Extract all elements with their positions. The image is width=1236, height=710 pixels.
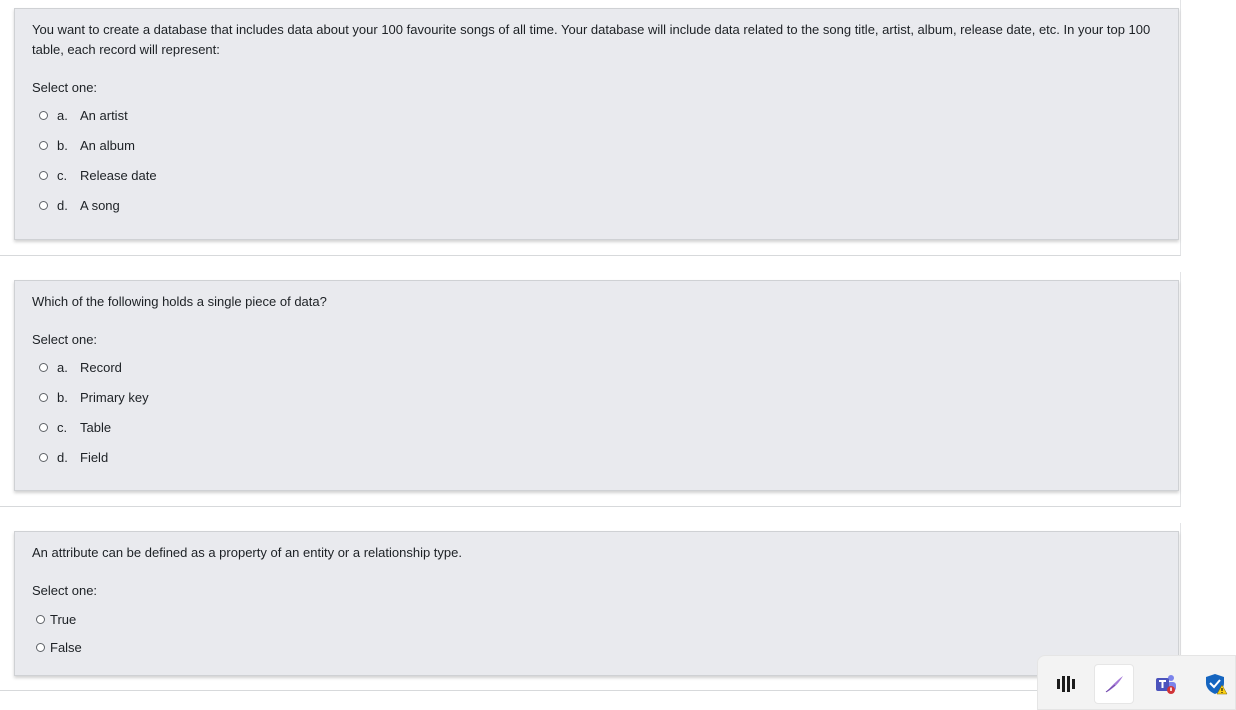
feather-pen-icon xyxy=(1105,676,1123,693)
question-1-text: You want to create a database that inclu… xyxy=(32,22,1151,57)
radio-button[interactable] xyxy=(36,614,45,624)
option-label: Primary key xyxy=(80,389,149,405)
question-2-select-one-label: Select one: xyxy=(32,332,98,347)
option-letter: d. xyxy=(57,197,68,213)
radio-button[interactable] xyxy=(36,642,45,652)
radio-button[interactable] xyxy=(39,422,48,432)
option-label: An album xyxy=(80,137,135,153)
question-2-option-d[interactable]: d. Field xyxy=(39,448,108,466)
question-2-option-c[interactable]: c. Table xyxy=(39,418,111,436)
question-2-option-a[interactable]: a. Record xyxy=(39,358,122,376)
question-3-option-false[interactable]: False xyxy=(36,638,82,656)
option-label: True xyxy=(50,611,77,627)
question-1-option-d[interactable]: d. A song xyxy=(39,196,120,214)
question-3-text: An attribute can be defined as a propert… xyxy=(32,545,462,560)
option-letter: a. xyxy=(57,107,68,123)
radio-button[interactable] xyxy=(39,170,48,180)
question-3-option-true[interactable]: True xyxy=(36,610,76,628)
question-2-text: Which of the following holds a single pi… xyxy=(32,294,327,309)
option-letter: c. xyxy=(57,419,68,435)
option-letter: a. xyxy=(57,359,68,375)
question-3-select-one-label: Select one: xyxy=(32,583,98,598)
question-1-option-a[interactable]: a. An artist xyxy=(39,106,128,124)
question-3-card: An attribute can be defined as a propert… xyxy=(14,531,1179,676)
option-label: Table xyxy=(80,419,112,435)
teams-button[interactable] xyxy=(1146,664,1186,704)
defender-button[interactable] xyxy=(1196,664,1236,704)
radio-button[interactable] xyxy=(39,140,48,150)
radio-button[interactable] xyxy=(39,362,48,372)
radio-button[interactable] xyxy=(39,452,48,462)
defender-shield-warning-icon xyxy=(1206,674,1228,695)
question-1-option-c[interactable]: c. Release date xyxy=(39,166,157,184)
radio-button[interactable] xyxy=(39,392,48,402)
option-letter: d. xyxy=(57,449,68,465)
teams-icon xyxy=(1156,675,1176,694)
app-bars-button[interactable] xyxy=(1046,664,1086,704)
option-letter: c. xyxy=(57,167,68,183)
question-2-card: Which of the following holds a single pi… xyxy=(14,280,1179,491)
radio-button[interactable] xyxy=(39,200,48,210)
option-label: False xyxy=(50,639,82,655)
option-label: Record xyxy=(80,359,122,375)
option-label: Release date xyxy=(80,167,157,183)
question-1-option-b[interactable]: b. An album xyxy=(39,136,135,154)
system-tray xyxy=(1037,655,1236,710)
question-1-select-one-label: Select one: xyxy=(32,80,98,95)
question-2-option-b[interactable]: b. Primary key xyxy=(39,388,149,406)
radio-button[interactable] xyxy=(39,110,48,120)
option-label: Field xyxy=(80,449,109,465)
option-label: An artist xyxy=(80,107,128,123)
option-letter: b. xyxy=(57,137,68,153)
option-letter: b. xyxy=(57,389,68,405)
option-label: A song xyxy=(80,197,120,213)
feather-pen-button[interactable] xyxy=(1094,664,1134,704)
question-1-card: You want to create a database that inclu… xyxy=(14,8,1179,240)
app-bars-icon xyxy=(1057,676,1075,692)
